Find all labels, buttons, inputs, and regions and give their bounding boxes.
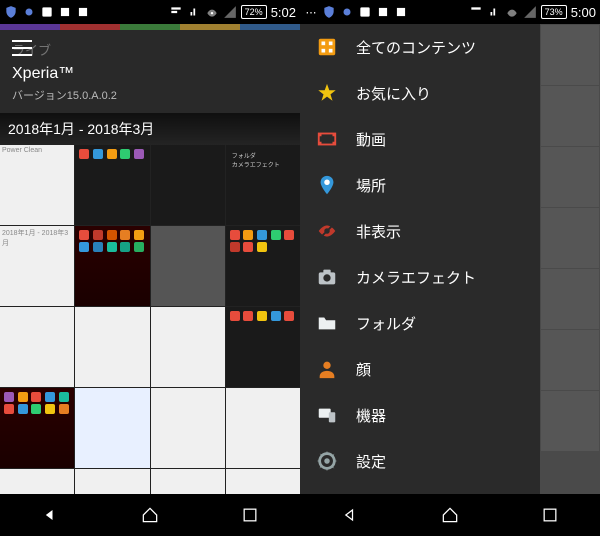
- menu-label: 動画: [356, 129, 386, 150]
- app-icon: [76, 5, 90, 19]
- camera-icon: [22, 5, 36, 19]
- menu-item-hidden[interactable]: 非表示: [300, 208, 540, 254]
- eye-off-icon: [316, 220, 338, 242]
- thumbnail[interactable]: Power Clean: [0, 145, 74, 225]
- thumbnail[interactable]: [151, 469, 225, 494]
- shield-icon: [4, 5, 18, 19]
- menu-item-faces[interactable]: 顔: [300, 346, 540, 392]
- menu-item-camera-effects[interactable]: カメラエフェクト: [300, 254, 540, 300]
- app-icon: [376, 5, 390, 19]
- back-button[interactable]: [34, 499, 66, 531]
- app-header: ライブ Xperia™ バージョン15.0.A.0.2: [0, 30, 300, 113]
- menu-item-favorites[interactable]: お気に入り: [300, 70, 540, 116]
- thumbnail[interactable]: [151, 145, 225, 225]
- photo-grid[interactable]: Power Clean フォルダカメラエフェクト 2018年1月 - 2018年…: [0, 145, 300, 494]
- signal-icon: [523, 5, 537, 19]
- thumbnail[interactable]: [75, 307, 149, 387]
- notification-icon: [469, 5, 483, 19]
- film-icon: [316, 128, 338, 150]
- thumbnail[interactable]: [226, 469, 300, 494]
- thumbnail[interactable]: [151, 388, 225, 468]
- header-bg-text: ライブ: [12, 40, 288, 59]
- menu-label: 非表示: [356, 221, 401, 242]
- app-version: バージョン15.0.A.0.2: [12, 87, 288, 103]
- menu-item-devices[interactable]: 機器: [300, 392, 540, 438]
- menu-label: 全てのコンテンツ: [356, 37, 476, 58]
- menu-item-videos[interactable]: 動画: [300, 116, 540, 162]
- app-icon: [40, 5, 54, 19]
- menu-item-settings[interactable]: 設定: [300, 438, 540, 484]
- devices-icon: [316, 404, 338, 426]
- thumbnail[interactable]: 2018年1月 - 2018年3月: [0, 226, 74, 306]
- shield-icon: [322, 5, 336, 19]
- navigation-drawer: 全てのコンテンツ お気に入り 動画 場所 非表示 カメラエフェクト フォルダ: [300, 24, 540, 494]
- right-phone: ⋯ 73% 5:00 全てのコンテンツ お気に入り 動: [300, 0, 600, 536]
- notification-icon: [169, 5, 183, 19]
- thumbnail[interactable]: [75, 145, 149, 225]
- menu-label: 顔: [356, 359, 371, 380]
- pin-icon: [316, 174, 338, 196]
- menu-item-places[interactable]: 場所: [300, 162, 540, 208]
- star-icon: [316, 82, 338, 104]
- app-icon: [394, 5, 408, 19]
- thumbnail[interactable]: [226, 307, 300, 387]
- home-button[interactable]: [434, 499, 466, 531]
- thumbnail[interactable]: [226, 388, 300, 468]
- menu-item-folders[interactable]: フォルダ: [300, 300, 540, 346]
- thumbnail[interactable]: [75, 226, 149, 306]
- nav-bar: [300, 494, 600, 536]
- thumbnail[interactable]: [0, 388, 74, 468]
- menu-label: お気に入り: [356, 83, 431, 104]
- home-button[interactable]: [134, 499, 166, 531]
- status-bar: 72% 5:02: [0, 0, 300, 24]
- thumbnail[interactable]: [151, 307, 225, 387]
- face-icon: [316, 358, 338, 380]
- clock: 5:02: [271, 5, 296, 20]
- wifi-icon: [205, 5, 219, 19]
- left-phone: 72% 5:02 ライブ Xperia™ バージョン15.0.A.0.2 201…: [0, 0, 300, 536]
- camera-icon: [340, 5, 354, 19]
- app-icon: [358, 5, 372, 19]
- camera-icon: [316, 266, 338, 288]
- battery-indicator: 73%: [541, 5, 567, 19]
- thumbnail[interactable]: [0, 307, 74, 387]
- menu-label: 場所: [356, 175, 386, 196]
- content-area: ライブ Xperia™ バージョン15.0.A.0.2 2018年1月 - 20…: [0, 24, 300, 494]
- app-icon: [58, 5, 72, 19]
- thumbnail[interactable]: フォルダカメラエフェクト: [226, 145, 300, 225]
- menu-label: 機器: [356, 405, 386, 426]
- menu-label: 設定: [356, 451, 386, 472]
- dots-icon: ⋯: [304, 5, 318, 19]
- thumbnail[interactable]: [226, 226, 300, 306]
- app-title: Xperia™: [12, 65, 288, 83]
- signal-icon: [223, 5, 237, 19]
- recent-button[interactable]: [534, 499, 566, 531]
- data-icon: [487, 5, 501, 19]
- recent-button[interactable]: [234, 499, 266, 531]
- wifi-icon: [505, 5, 519, 19]
- thumbnail[interactable]: [75, 469, 149, 494]
- data-icon: [187, 5, 201, 19]
- status-bar: ⋯ 73% 5:00: [300, 0, 600, 24]
- gear-icon: [316, 450, 338, 472]
- menu-label: カメラエフェクト: [356, 267, 476, 288]
- battery-indicator: 72%: [241, 5, 267, 19]
- thumbnail[interactable]: [75, 388, 149, 468]
- back-button[interactable]: [334, 499, 366, 531]
- clock: 5:00: [571, 5, 596, 20]
- backdrop-content: [540, 24, 600, 494]
- nav-bar: [0, 494, 300, 536]
- grid-icon: [316, 36, 338, 58]
- date-range-header: 2018年1月 - 2018年3月: [0, 113, 300, 145]
- menu-label: フォルダ: [356, 313, 416, 334]
- folder-icon: [316, 312, 338, 334]
- thumbnail[interactable]: [0, 469, 74, 494]
- menu-item-all-contents[interactable]: 全てのコンテンツ: [300, 24, 540, 70]
- thumbnail[interactable]: [151, 226, 225, 306]
